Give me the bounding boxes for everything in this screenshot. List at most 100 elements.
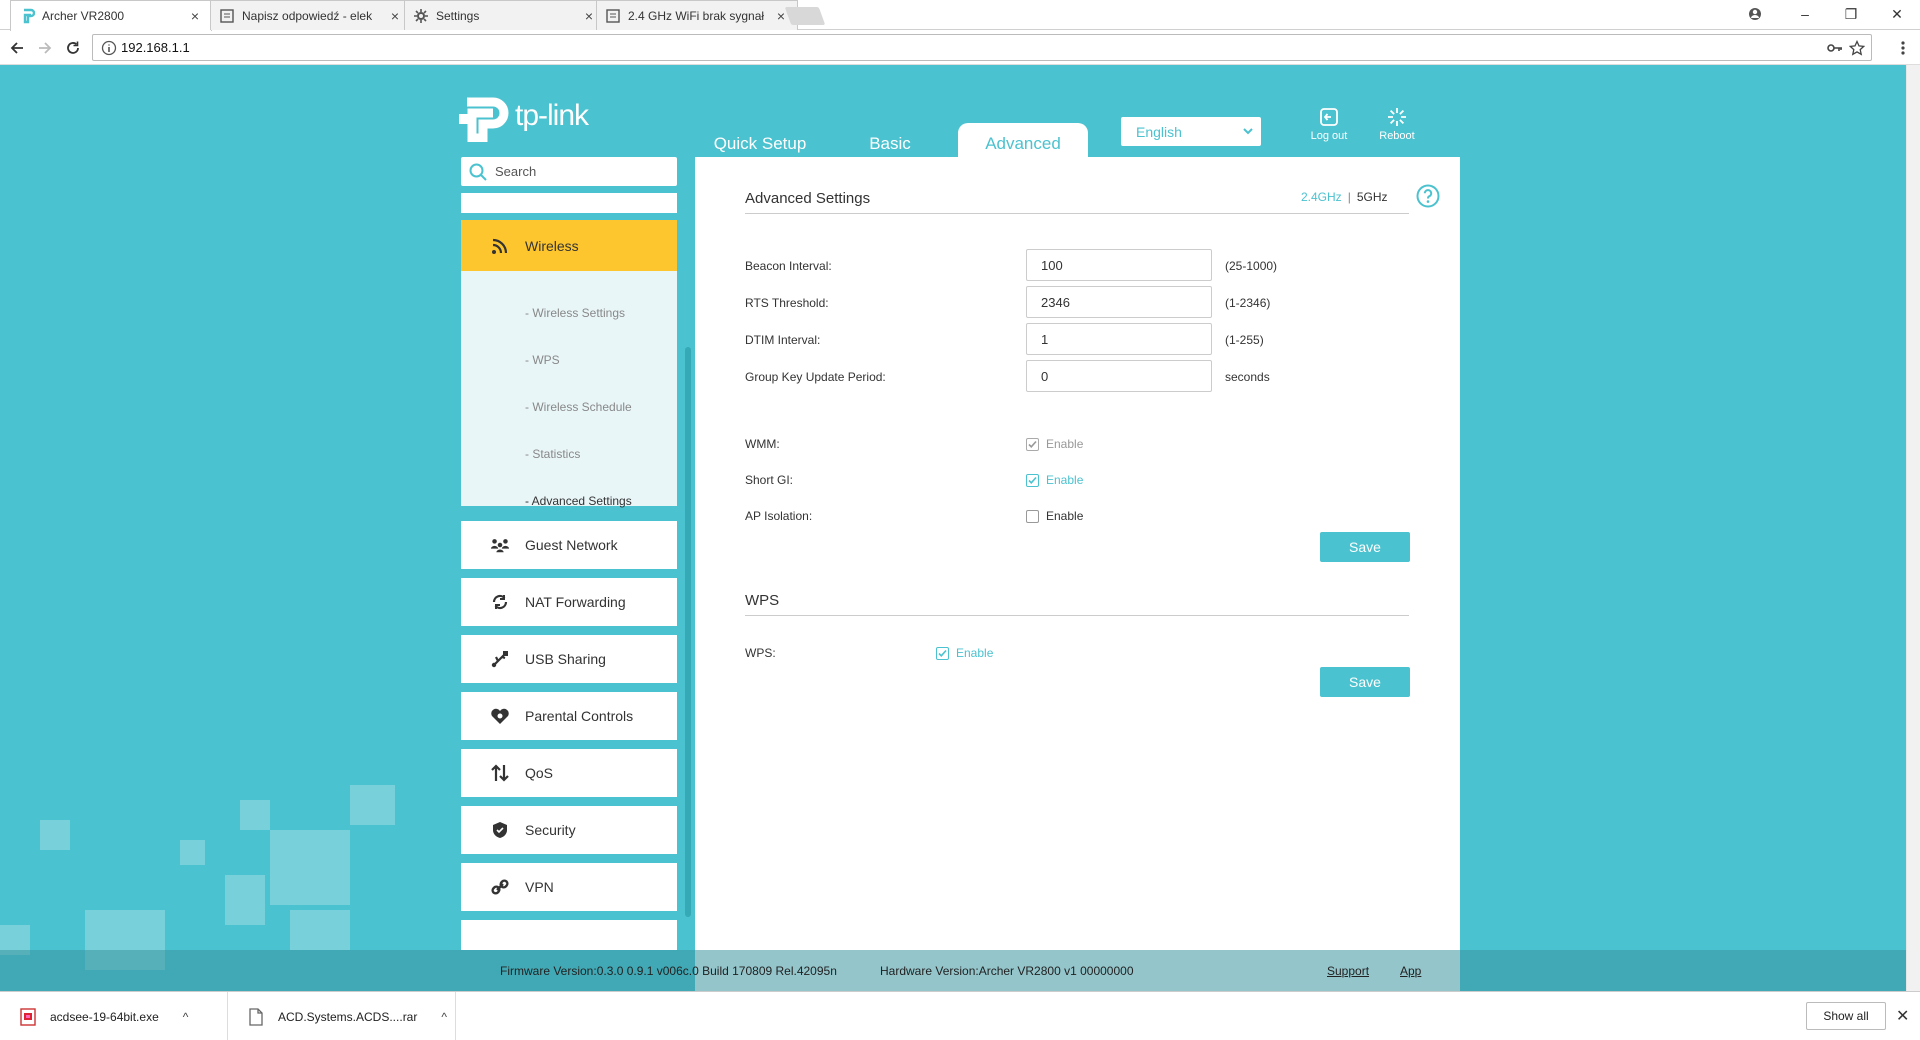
submenu-wireless-settings[interactable]: - Wireless Settings (525, 306, 625, 320)
sidebar-item-partial[interactable] (461, 920, 677, 950)
close-icon[interactable]: ✕ (1896, 1006, 1909, 1026)
sidebar-item-label: Security (525, 822, 576, 838)
sidebar-scrollbar[interactable] (685, 347, 691, 917)
wps-checkbox[interactable]: Enable (936, 646, 993, 660)
group-key-input[interactable] (1026, 360, 1212, 392)
search-box[interactable] (461, 157, 677, 186)
wmm-checkbox[interactable]: Enable (1026, 437, 1083, 451)
parental-controls-icon (490, 706, 510, 726)
decor-square (270, 830, 350, 905)
support-link[interactable]: Support (1327, 964, 1369, 978)
sidebar-item-vpn[interactable]: VPN (461, 863, 677, 911)
download-item[interactable]: ACD.Systems.ACDS....rar ^ (228, 992, 456, 1040)
new-tab-button[interactable] (784, 7, 826, 25)
menu-icon[interactable] (1892, 37, 1914, 59)
file-icon (249, 1007, 263, 1026)
tab-settings[interactable]: Settings × (404, 0, 606, 30)
download-filename: acdsee-19-64bit.exe (50, 1009, 159, 1024)
chevron-up-icon[interactable]: ^ (183, 1010, 189, 1024)
band-5ghz-link[interactable]: 5GHz (1357, 190, 1388, 204)
submenu-advanced-settings[interactable]: - Advanced Settings (525, 494, 632, 508)
sidebar-item-label: VPN (525, 879, 554, 895)
decor-square (240, 800, 270, 830)
submenu-statistics[interactable]: - Statistics (525, 447, 580, 461)
checkbox-check-icon (936, 646, 949, 660)
key-icon[interactable] (1827, 41, 1843, 55)
restore-button[interactable]: ❐ (1828, 0, 1874, 28)
qos-icon (490, 763, 510, 783)
tab-napisz[interactable]: Napisz odpowiedź - elek × (210, 0, 412, 30)
submenu-wireless-schedule[interactable]: - Wireless Schedule (525, 400, 632, 414)
short-gi-label: Short GI: (745, 473, 794, 487)
sidebar-item-partial[interactable] (461, 193, 677, 213)
brand-text: tp-link (515, 99, 589, 132)
page-scrollbar[interactable] (1906, 65, 1920, 991)
forward-icon[interactable] (34, 37, 56, 59)
logout-icon (1320, 108, 1338, 126)
rts-threshold-hint: (1-2346) (1225, 296, 1271, 310)
tab-title: 2.4 GHz WiFi brak sygnał (628, 8, 765, 23)
sidebar-item-label: NAT Forwarding (525, 594, 626, 610)
show-all-button[interactable]: Show all (1806, 1002, 1886, 1030)
sidebar-item-usb-sharing[interactable]: USB Sharing (461, 635, 677, 683)
language-select[interactable]: English (1121, 117, 1261, 146)
chevron-up-icon[interactable]: ^ (441, 1010, 447, 1024)
language-value: English (1136, 123, 1182, 140)
star-icon[interactable] (1849, 40, 1865, 56)
ap-isolation-label: AP Isolation: (745, 509, 813, 523)
close-icon[interactable]: × (187, 8, 203, 24)
help-icon[interactable] (1416, 184, 1440, 208)
search-input[interactable] (495, 164, 665, 179)
checkbox-label: Enable (1046, 509, 1084, 523)
tab-archer[interactable]: Archer VR2800 × (10, 0, 212, 31)
beacon-interval-label: Beacon Interval: (745, 259, 832, 273)
sidebar-item-nat-forwarding[interactable]: NAT Forwarding (461, 578, 677, 626)
tab-title: Napisz odpowiedź - elek (242, 8, 373, 23)
reboot-button[interactable]: Reboot (1372, 107, 1422, 142)
sidebar-item-qos[interactable]: QoS (461, 749, 677, 797)
logout-label: Log out (1310, 130, 1348, 142)
gear-icon (414, 8, 428, 23)
logout-button[interactable]: Log out (1304, 107, 1354, 142)
reboot-icon (1388, 108, 1406, 126)
sidebar-item-security[interactable]: Security (461, 806, 677, 854)
router-page: tp-link Quick Setup Basic Advanced Engli… (0, 65, 1920, 991)
band-24ghz-link[interactable]: 2.4GHz (1301, 190, 1342, 204)
group-key-hint: seconds (1225, 370, 1270, 384)
band-selector: 2.4GHz | 5GHz (1301, 190, 1388, 204)
address-bar[interactable]: 192.168.1.1 (92, 34, 1872, 61)
section-title-advanced-settings: Advanced Settings (745, 190, 871, 207)
dtim-interval-input[interactable] (1026, 323, 1212, 355)
sidebar-item-wireless[interactable]: Wireless (461, 220, 677, 271)
beacon-interval-input[interactable] (1026, 249, 1212, 281)
short-gi-checkbox[interactable]: Enable (1026, 473, 1083, 487)
sidebar-item-guest-network[interactable]: Guest Network (461, 521, 677, 569)
sidebar-item-label: Parental Controls (525, 708, 634, 724)
firmware-version: Firmware Version:0.3.0 0.9.1 v006c.0 Bui… (500, 963, 837, 978)
chevron-down-icon (1243, 128, 1253, 135)
profile-icon[interactable] (1732, 0, 1778, 28)
rts-threshold-input[interactable] (1026, 286, 1212, 318)
sidebar-item-parental-controls[interactable]: Parental Controls (461, 692, 677, 740)
save-button[interactable]: Save (1320, 532, 1410, 562)
browser-tab-strip: Archer VR2800 × Napisz odpowiedź - elek … (0, 0, 1920, 31)
hardware-version: Hardware Version:Archer VR2800 v1 000000… (880, 963, 1134, 978)
info-icon[interactable] (101, 40, 117, 56)
window-close-button[interactable]: ✕ (1874, 0, 1920, 28)
tab-wifi[interactable]: 2.4 GHz WiFi brak sygnał × (596, 0, 798, 30)
rts-threshold-label: RTS Threshold: (745, 296, 829, 310)
ap-isolation-checkbox[interactable]: Enable (1026, 509, 1083, 523)
close-icon[interactable]: × (387, 8, 403, 24)
app-link[interactable]: App (1400, 964, 1421, 978)
back-icon[interactable] (6, 37, 28, 59)
download-item[interactable]: acdsee-19-64bit.exe ^ (0, 992, 228, 1040)
wmm-label: WMM: (745, 437, 780, 451)
checkbox-check-icon (1026, 437, 1039, 451)
wps-save-button[interactable]: Save (1320, 667, 1410, 697)
submenu-wps[interactable]: - WPS (525, 353, 560, 367)
reload-icon[interactable] (62, 37, 84, 59)
checkbox-label: Enable (1046, 437, 1084, 451)
minimize-button[interactable]: – (1782, 0, 1828, 28)
close-icon[interactable]: × (581, 8, 597, 24)
wps-label: WPS: (745, 646, 776, 660)
